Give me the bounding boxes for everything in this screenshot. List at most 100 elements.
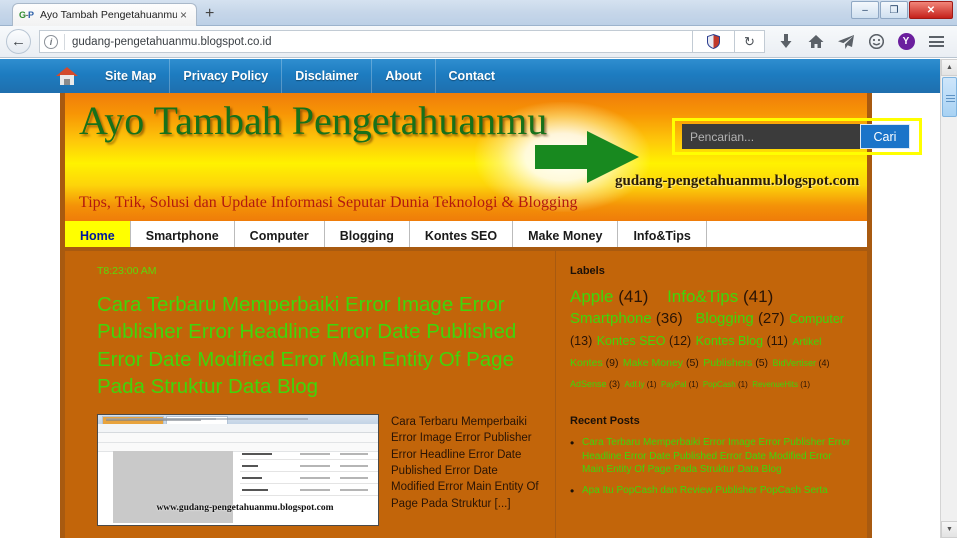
url-divider: [64, 33, 65, 50]
home-icon[interactable]: [801, 29, 831, 55]
label-adsense[interactable]: AdSense: [570, 379, 607, 389]
toolbar-icons: Y: [771, 29, 951, 55]
close-tab-icon[interactable]: ×: [177, 8, 190, 22]
main-column: T8:23:00 AM Cara Terbaru Memperbaiki Err…: [65, 251, 555, 538]
browser-titlebar: G-P Ayo Tambah Pengetahuanmu × + – ❐ ✕: [0, 0, 957, 26]
label-paypal[interactable]: PayPal: [661, 380, 686, 389]
new-tab-button[interactable]: +: [205, 5, 214, 23]
restore-button[interactable]: ❐: [880, 1, 908, 19]
label-smartphone[interactable]: Smartphone: [570, 310, 652, 327]
label-publishers-count: (5): [755, 356, 769, 369]
label-blogging[interactable]: Blogging: [695, 310, 753, 327]
page-viewport: Site Map Privacy Policy Disclaimer About…: [0, 59, 957, 538]
label-kontes-seo-count: (12): [668, 333, 692, 348]
label-bidvertiser[interactable]: BidVertiser: [773, 358, 817, 368]
label-popcash-count: (1): [737, 379, 748, 389]
nav-item-about[interactable]: About: [371, 59, 434, 93]
label-kontes-seo[interactable]: Kontes SEO: [597, 334, 666, 348]
thumbnail-watermark: www.gudang-pengetahuanmu.blogspot.com: [156, 503, 334, 513]
site-banner: Ayo Tambah Pengetahuanmu gudang-pengetah…: [60, 93, 872, 221]
labels-heading: Labels: [570, 265, 605, 277]
label-make-money[interactable]: Make Money: [623, 357, 683, 369]
label-adfly[interactable]: Adf.ly: [625, 380, 645, 389]
url-bar[interactable]: i gudang-pengetahuanmu.blogspot.co.id: [39, 30, 693, 53]
nav-item-site-map[interactable]: Site Map: [92, 59, 169, 93]
label-info-tips[interactable]: Info&Tips: [667, 287, 738, 306]
menu-item-kontes-seo[interactable]: Kontes SEO: [410, 221, 514, 247]
user-avatar[interactable]: Y: [891, 29, 921, 55]
label-computer-count: (13): [570, 333, 593, 348]
label-apple-count: (41): [618, 287, 649, 306]
scrollbar-thumb[interactable]: [942, 77, 957, 117]
label-kontes-blog[interactable]: Kontes Blog: [696, 334, 763, 348]
label-paypal-count: (1): [688, 379, 699, 389]
site-info-icon[interactable]: i: [44, 34, 58, 49]
post-body: www.gudang-pengetahuanmu.blogspot.com Ca…: [97, 414, 543, 526]
site-top-navigation: Site Map Privacy Policy Disclaimer About…: [0, 59, 940, 93]
nav-item-privacy-policy[interactable]: Privacy Policy: [169, 59, 281, 93]
recent-posts-list: Cara Terbaru Memperbaiki Error Image Err…: [570, 435, 853, 500]
nav-home-icon[interactable]: [56, 67, 78, 85]
post-title-link[interactable]: Cara Terbaru Memperbaiki Error Image Err…: [97, 291, 543, 400]
label-apple[interactable]: Apple: [570, 287, 613, 306]
close-window-button[interactable]: ✕: [909, 1, 953, 19]
label-kontes-blog-count: (11): [766, 333, 788, 348]
reload-button[interactable]: ↻: [735, 30, 765, 53]
recent-posts-heading: Recent Posts: [570, 414, 640, 427]
banner-subtitle: Tips, Trik, Solusi dan Update Informasi …: [79, 194, 578, 211]
scroll-down-button[interactable]: ▼: [941, 521, 957, 538]
label-info-tips-count: (41): [743, 287, 774, 306]
banner-title: Ayo Tambah Pengetahuanmu: [79, 98, 548, 143]
smiley-feedback-icon[interactable]: [861, 29, 891, 55]
recent-post-item[interactable]: Cara Terbaru Memperbaiki Error Image Err…: [570, 435, 853, 477]
label-smartphone-count: (36): [655, 310, 683, 328]
menu-item-blogging[interactable]: Blogging: [325, 221, 410, 247]
search-input[interactable]: [682, 124, 860, 149]
recent-post-item[interactable]: Apa Itu PopCash dan Review Publisher Pop…: [570, 483, 853, 499]
banner-site-url: gudang-pengetahuanmu.blogspot.com: [615, 173, 860, 189]
web-page: Site Map Privacy Policy Disclaimer About…: [0, 59, 940, 538]
nav-item-contact[interactable]: Contact: [434, 59, 509, 93]
menu-item-info-tips[interactable]: Info&Tips: [618, 221, 707, 247]
label-bidvertiser-count: (4): [818, 357, 830, 368]
minimize-button[interactable]: –: [851, 1, 879, 19]
label-blogging-count: (27): [757, 310, 785, 328]
label-publishers[interactable]: Publishers: [703, 357, 752, 369]
post-excerpt: Cara Terbaru Memperbaiki Error Image Err…: [391, 416, 539, 510]
label-revenuehits-count: (1): [800, 379, 811, 389]
label-revenuehits[interactable]: RevenueHits: [752, 380, 798, 389]
post-timestamp: T8:23:00 AM: [97, 265, 157, 277]
label-popcash[interactable]: PopCash: [703, 380, 736, 389]
browser-window: G-P Ayo Tambah Pengetahuanmu × + – ❐ ✕ ←…: [0, 0, 957, 538]
menu-item-computer[interactable]: Computer: [235, 221, 325, 247]
sidebar: Labels Apple (41) Info&Tips (41) Smartph…: [555, 251, 867, 538]
download-icon[interactable]: [771, 29, 801, 55]
menu-filler: [707, 221, 867, 247]
url-text: gudang-pengetahuanmu.blogspot.co.id: [72, 35, 272, 48]
category-menu: Home Smartphone Computer Blogging Kontes…: [60, 221, 872, 251]
back-button[interactable]: ←: [6, 29, 31, 54]
page-content: T8:23:00 AM Cara Terbaru Memperbaiki Err…: [60, 251, 872, 538]
nav-item-disclaimer[interactable]: Disclaimer: [281, 59, 371, 93]
scroll-up-button[interactable]: ▲: [941, 59, 957, 76]
search-button[interactable]: Cari: [860, 124, 910, 149]
browser-tab[interactable]: G-P Ayo Tambah Pengetahuanmu ×: [12, 3, 197, 26]
post-thumbnail[interactable]: www.gudang-pengetahuanmu.blogspot.com: [97, 414, 379, 526]
window-controls: – ❐ ✕: [851, 1, 953, 19]
menu-item-smartphone[interactable]: Smartphone: [131, 221, 235, 247]
menu-item-home[interactable]: Home: [65, 221, 131, 247]
browser-toolbar: ← i gudang-pengetahuanmu.blogspot.co.id …: [0, 26, 957, 58]
menu-item-make-money[interactable]: Make Money: [513, 221, 619, 247]
label-cloud: Apple (41) Info&Tips (41) Smartphone (36…: [570, 286, 853, 393]
label-computer[interactable]: Computer: [789, 312, 844, 326]
label-make-money-count: (5): [685, 356, 699, 369]
label-adfly-count: (1): [646, 379, 657, 389]
security-shield-icon[interactable]: [693, 30, 735, 53]
tab-title: Ayo Tambah Pengetahuanmu: [40, 9, 177, 21]
favicon-icon: G-P: [19, 9, 34, 20]
avatar-letter: Y: [897, 33, 915, 50]
pocket-send-icon[interactable]: [831, 29, 861, 55]
menu-hamburger-icon[interactable]: [921, 29, 951, 55]
page-scrollbar[interactable]: ▲ ▼: [940, 59, 957, 538]
label-adsense-count: (3): [609, 378, 621, 389]
